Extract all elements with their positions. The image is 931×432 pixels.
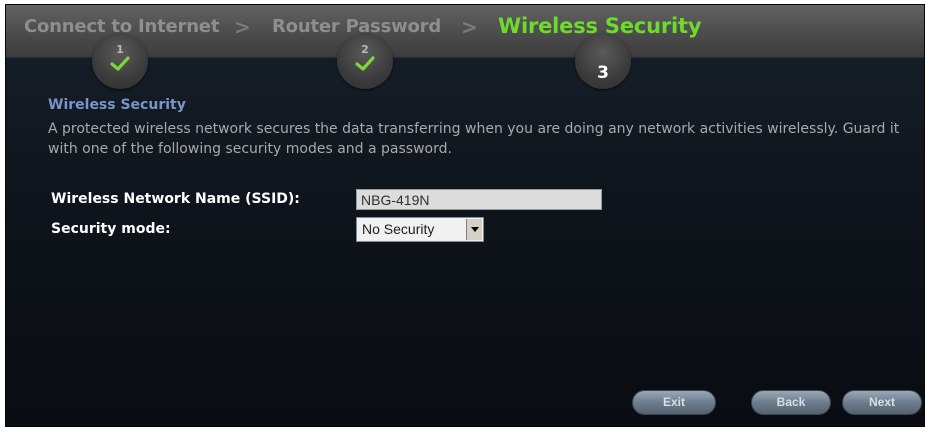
chevron-down-icon[interactable]: [466, 219, 482, 240]
step-number: 2: [361, 43, 369, 56]
back-button[interactable]: Back: [751, 390, 831, 415]
step-indicator-3: 3: [575, 33, 631, 89]
step-number: 1: [116, 43, 124, 56]
wizard-window: Connect to Internet > Router Password > …: [5, 4, 925, 427]
ssid-input[interactable]: [356, 189, 602, 210]
section-description: A protected wireless network secures the…: [48, 121, 900, 157]
step-separator: >: [234, 15, 251, 39]
section-title: Wireless Security: [48, 97, 186, 113]
step-separator: >: [461, 15, 478, 39]
next-button[interactable]: Next: [842, 390, 922, 415]
checkmark-icon: [355, 56, 375, 71]
security-mode-select[interactable]: No Security: [356, 217, 484, 242]
step-number: 3: [597, 63, 609, 83]
security-mode-value: No Security: [362, 221, 435, 237]
checkmark-icon: [110, 56, 130, 71]
exit-button[interactable]: Exit: [632, 390, 716, 415]
security-mode-label: Security mode:: [51, 221, 171, 237]
step-indicator-2: 2: [337, 33, 393, 89]
ssid-label: Wireless Network Name (SSID):: [51, 191, 300, 207]
step-indicator-1: 1: [92, 33, 148, 89]
